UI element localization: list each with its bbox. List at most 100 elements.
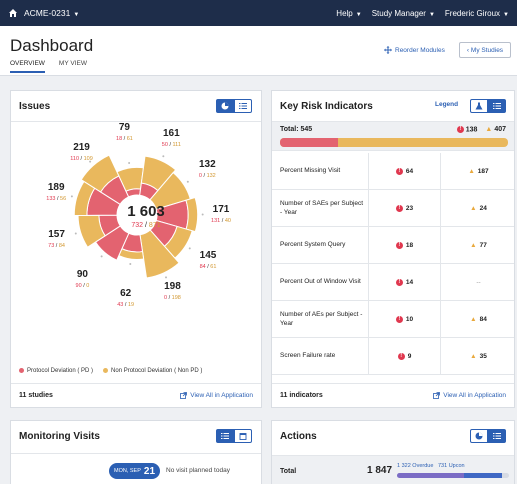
rose-segment-label: 219 110 / 109 <box>62 142 102 162</box>
monitoring-visits-card: Monitoring Visits MON, SEP 21 No visit p… <box>10 420 262 484</box>
alert-circle-icon: ! <box>395 316 403 323</box>
user-menu[interactable]: Frederic Giroux ▼ <box>445 9 509 18</box>
kri-row-red: ! 64 <box>368 153 440 190</box>
date-pill[interactable]: MON, SEP 21 <box>109 463 160 479</box>
kri-row[interactable]: Number of SAEs per Subject - Year! 23 ▲ 24 <box>272 190 514 227</box>
monitoring-list-view-button[interactable] <box>216 429 234 443</box>
kri-legend-link[interactable]: Legend <box>435 101 458 108</box>
alert-circle-icon: ! <box>395 279 403 286</box>
chart-view-button[interactable] <box>216 99 234 113</box>
rose-segment-total: 79 <box>118 121 130 133</box>
rose-segment-npd[interactable] <box>185 196 199 233</box>
rose-segment-label: 189 133 / 56 <box>36 182 76 202</box>
monitoring-calendar-view-button[interactable] <box>234 429 252 443</box>
kri-view-toggle <box>470 99 506 113</box>
chevron-down-icon: ▼ <box>73 12 80 18</box>
actions-total-value: 1 847 <box>367 465 393 476</box>
home-icon[interactable] <box>8 8 18 18</box>
kri-row-red: ! 18 <box>368 227 440 264</box>
rose-segment-total: 171 <box>212 204 230 216</box>
kri-row[interactable]: Screen Failure rate ! 9 ▲ 35 <box>272 338 514 375</box>
rose-segment-label: 62 43 / 19 <box>106 288 146 308</box>
rose-segment-breakdown: 43 / 19 <box>117 302 135 309</box>
actions-status-text: 1 322 Overdue 731 Upcon <box>397 463 465 469</box>
actions-card: Actions Total 1 847 1 322 Overdue 731 Up… <box>271 420 515 484</box>
chevron-down-icon: ▼ <box>503 11 509 18</box>
issues-card: Issues 1 603 732 / 871 79 18 / 61 161 50 / … <box>10 90 262 408</box>
help-menu[interactable]: Help ▼ <box>336 9 361 18</box>
rose-segment-label: 171 131 / 40 <box>201 204 241 224</box>
legend-item-npd: Non Protocol Deviation ( Non PD ) <box>103 368 202 374</box>
rose-segment-total: 161 <box>163 128 180 140</box>
org-selector[interactable]: ACME-0231 ▼ <box>24 8 79 18</box>
rose-segment-breakdown: 0 / 132 <box>198 173 216 180</box>
role-menu[interactable]: Study Manager ▼ <box>372 9 435 18</box>
monitoring-view-toggle <box>216 429 252 443</box>
kri-indicator-count: 11 indicators <box>280 392 323 399</box>
my-studies-button[interactable]: ‹ My Studies <box>459 42 511 58</box>
warning-triangle-icon: ▲ <box>470 242 477 249</box>
actions-upcoming: 731 Upcon <box>437 463 465 469</box>
kri-title: Key Risk Indicators <box>280 101 373 112</box>
alert-circle-icon: ! <box>395 205 403 212</box>
kri-row[interactable]: Percent Missing Visit ! 64 ▲ 187 <box>272 153 514 190</box>
list-icon <box>221 433 229 439</box>
kri-flask-view-button[interactable] <box>470 99 488 113</box>
kri-row-red: ! 23 <box>368 190 440 227</box>
tab-overview[interactable]: OVERVIEW <box>10 60 45 73</box>
kri-view-all-link[interactable]: View All in Application <box>433 392 506 399</box>
kri-total-row: Total: 545 ! 138 ▲ 407 <box>272 121 514 151</box>
external-link-icon <box>433 392 441 399</box>
pie-chart-icon <box>221 102 229 110</box>
kri-row-name: Percent Missing Visit <box>280 167 341 175</box>
rose-segment-label: 132 0 / 132 <box>187 159 227 179</box>
alert-circle-icon: ! <box>395 242 403 249</box>
rose-leader-dot <box>129 263 132 266</box>
issues-view-all-link[interactable]: View All in Application <box>180 392 253 399</box>
list-icon <box>493 103 501 109</box>
reorder-modules-label: Reorder Modules <box>395 46 445 54</box>
kri-row-name: Percent System Query <box>280 241 346 249</box>
kri-row-amber: ▲ 24 <box>440 190 516 227</box>
kri-row[interactable]: Percent System Query ! 18 ▲ 77 <box>272 227 514 264</box>
kri-total-bar-red <box>280 138 338 147</box>
kri-footer: 11 indicators View All in Application <box>272 383 514 407</box>
rose-segment-total: 157 <box>48 229 65 241</box>
issues-center-total-value: 1 603 <box>127 203 165 220</box>
rose-segment-breakdown: 131 / 40 <box>211 218 231 225</box>
actions-view-toggle <box>470 429 506 443</box>
issues-center-npd: 871 <box>148 222 161 229</box>
rose-segment-breakdown: 73 / 84 <box>48 243 65 250</box>
monitoring-divider <box>11 453 261 454</box>
kri-row-red: ! 14 <box>368 264 440 301</box>
reorder-modules-button[interactable]: Reorder Modules <box>384 46 445 54</box>
actions-list-view-button[interactable] <box>488 429 506 443</box>
kri-row[interactable]: Number of AEs per Subject - Year ! 10 ▲ 84 <box>272 301 514 338</box>
kri-row-amber: ▲ 84 <box>440 301 516 338</box>
tab-my-view[interactable]: MY VIEW <box>59 60 87 73</box>
rose-segment-label: 157 73 / 84 <box>37 229 77 249</box>
move-icon <box>384 46 392 54</box>
kri-total-label: Total: 545 <box>280 126 313 133</box>
list-view-button[interactable] <box>234 99 252 113</box>
npd-dot-icon <box>103 368 109 373</box>
rose-segment-breakdown: 50 / 111 <box>161 142 181 149</box>
actions-bar-overdue <box>397 473 465 478</box>
rose-segment-label: 79 18 / 61 <box>104 122 144 142</box>
issues-title: Issues <box>19 101 51 112</box>
warning-triangle-icon: ▲ <box>470 316 477 323</box>
page-header: Dashboard OVERVIEW MY VIEW Reorder Modul… <box>0 26 517 76</box>
kri-row[interactable]: Percent Out of Window Visit ! 14 -- <box>272 264 514 301</box>
alert-circle-icon: ! <box>456 126 464 133</box>
flask-icon <box>475 102 483 110</box>
kri-row-amber: -- <box>440 264 516 301</box>
list-icon <box>493 433 501 439</box>
rose-segment-total: 189 <box>47 181 65 193</box>
kri-row-amber: ▲ 35 <box>440 338 516 375</box>
kri-row-name: Number of AEs per Subject - Year <box>280 311 363 327</box>
actions-chart-view-button[interactable] <box>470 429 488 443</box>
rose-segment-breakdown: 0 / 198 <box>164 295 181 302</box>
kri-list-view-button[interactable] <box>488 99 506 113</box>
issues-legend: Protocol Deviation ( PD ) Non Protocol D… <box>19 368 202 374</box>
kri-row-name: Percent Out of Window Visit <box>280 278 361 286</box>
